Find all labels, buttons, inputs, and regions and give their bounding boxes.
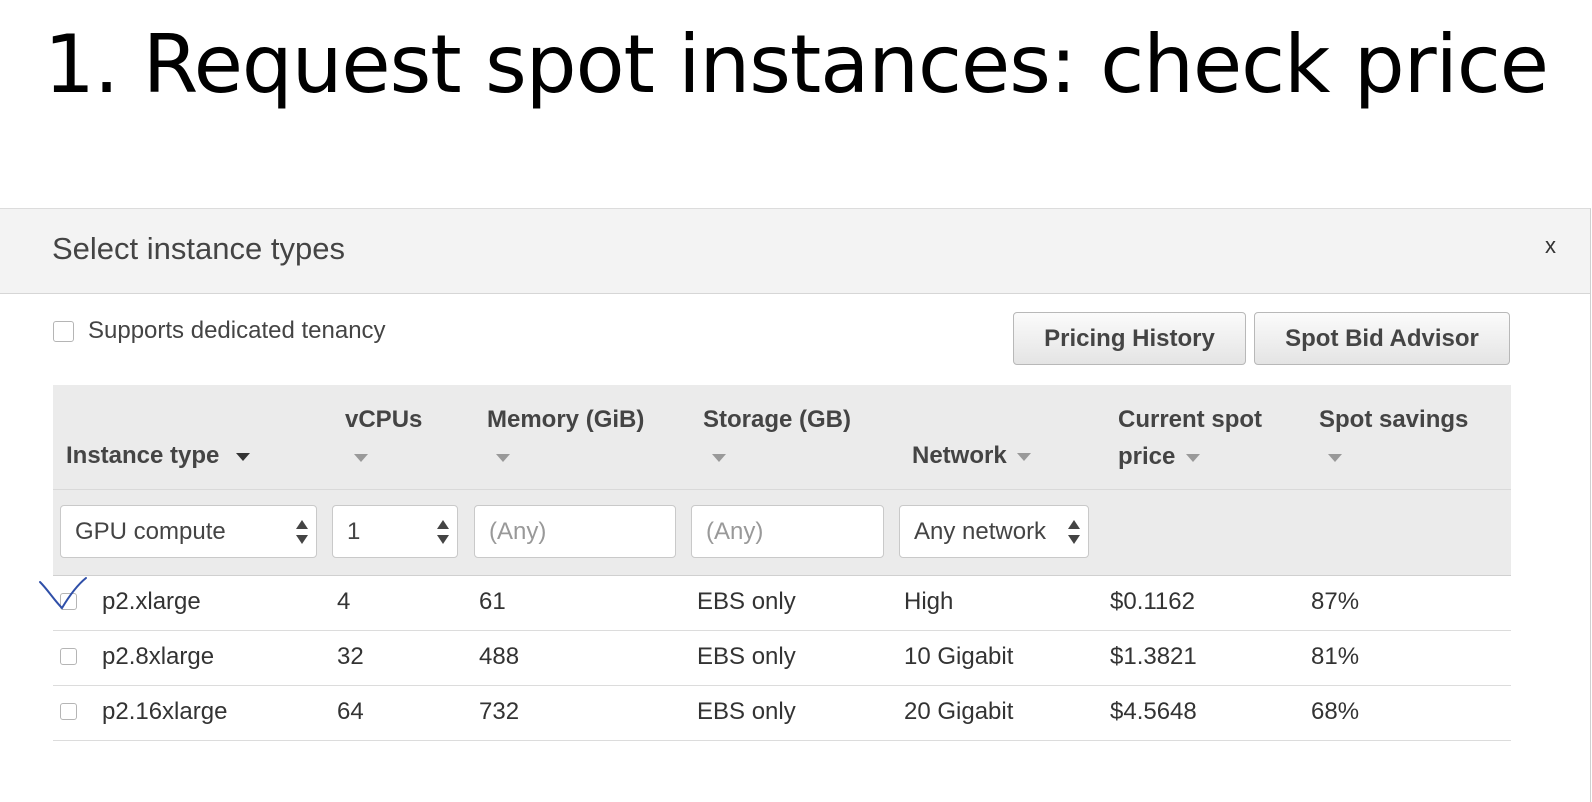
storage-cell: EBS only xyxy=(697,588,796,615)
column-header-savings[interactable]: Spot savings xyxy=(1319,401,1468,475)
dialog-header: Select instance types x xyxy=(0,209,1590,294)
handwritten-checkmark-icon xyxy=(39,577,87,610)
column-header-memory[interactable]: Memory (GiB) xyxy=(487,401,644,475)
table-row[interactable]: p2.xlarge 4 61 EBS only High $0.1162 87% xyxy=(39,576,1511,631)
spot-price-cell: $0.1162 xyxy=(1110,588,1195,615)
sort-caret-icon xyxy=(712,453,726,462)
pricing-history-button[interactable]: Pricing History xyxy=(1013,312,1246,365)
sort-caret-icon xyxy=(1017,452,1032,461)
vcpus-cell: 4 xyxy=(337,588,351,615)
dedicated-tenancy-checkbox[interactable] xyxy=(53,320,74,342)
network-cell: 10 Gigabit xyxy=(904,643,1014,670)
savings-cell: 81% xyxy=(1311,643,1360,670)
slide-title: 1. Request spot instances: check price xyxy=(43,18,1549,111)
sort-caret-icon xyxy=(496,453,510,462)
instance-family-select[interactable]: GPU compute xyxy=(60,505,317,558)
spot-price-cell: $4.5648 xyxy=(1110,698,1197,725)
sort-caret-icon xyxy=(354,453,368,462)
network-select[interactable]: Any network xyxy=(899,505,1089,558)
table-row[interactable]: p2.8xlarge 32 488 EBS only 10 Gigabit $1… xyxy=(53,631,1511,686)
table-header: Instance type vCPUs Memory (GiB) Storage… xyxy=(53,385,1511,490)
instance-type-cell: p2.8xlarge xyxy=(102,643,215,670)
sort-caret-icon xyxy=(1186,453,1201,462)
column-header-storage[interactable]: Storage (GB) xyxy=(703,401,851,475)
instance-types-table: Instance type vCPUs Memory (GiB) Storage… xyxy=(39,385,1511,741)
sort-caret-icon xyxy=(236,452,251,461)
network-cell: High xyxy=(904,588,954,615)
spot-price-cell: $1.3821 xyxy=(1110,643,1197,670)
row-checkbox[interactable] xyxy=(60,648,77,665)
column-header-network[interactable]: Network xyxy=(912,437,1032,474)
spot-bid-advisor-button[interactable]: Spot Bid Advisor xyxy=(1254,312,1510,365)
sort-caret-icon xyxy=(1328,453,1342,462)
close-icon[interactable]: x xyxy=(1545,233,1556,259)
updown-icon xyxy=(296,520,308,544)
storage-cell: EBS only xyxy=(697,698,796,725)
dialog-title: Select instance types xyxy=(52,231,345,266)
instance-type-cell: p2.16xlarge xyxy=(102,698,228,725)
memory-cell: 732 xyxy=(479,698,520,725)
storage-cell: EBS only xyxy=(697,643,796,670)
filter-row: GPU compute 1 (Any) (Any) Any network xyxy=(53,490,1511,576)
dedicated-tenancy-option[interactable]: Supports dedicated tenancy xyxy=(53,317,386,345)
network-cell: 20 Gigabit xyxy=(904,698,1014,725)
storage-filter-input[interactable]: (Any) xyxy=(691,505,884,558)
vcpus-select[interactable]: 1 xyxy=(332,505,458,558)
memory-cell: 488 xyxy=(479,643,520,670)
vcpus-cell: 32 xyxy=(337,643,364,670)
savings-cell: 87% xyxy=(1311,588,1360,615)
column-header-vcpus[interactable]: vCPUs xyxy=(345,401,422,475)
memory-cell: 61 xyxy=(479,588,506,615)
memory-filter-input[interactable]: (Any) xyxy=(474,505,676,558)
instance-type-cell: p2.xlarge xyxy=(102,588,201,615)
column-header-instance-type[interactable]: Instance type xyxy=(66,437,251,474)
updown-icon xyxy=(1068,520,1080,544)
updown-icon xyxy=(437,520,449,544)
row-checkbox[interactable] xyxy=(60,703,77,720)
column-header-spot-price[interactable]: Current spot price xyxy=(1118,401,1262,475)
vcpus-cell: 64 xyxy=(337,698,364,725)
savings-cell: 68% xyxy=(1311,698,1360,725)
select-instance-types-dialog: Select instance types x Supports dedicat… xyxy=(0,208,1591,802)
table-row[interactable]: p2.16xlarge 64 732 EBS only 20 Gigabit $… xyxy=(53,686,1511,741)
dedicated-tenancy-label: Supports dedicated tenancy xyxy=(88,317,386,344)
